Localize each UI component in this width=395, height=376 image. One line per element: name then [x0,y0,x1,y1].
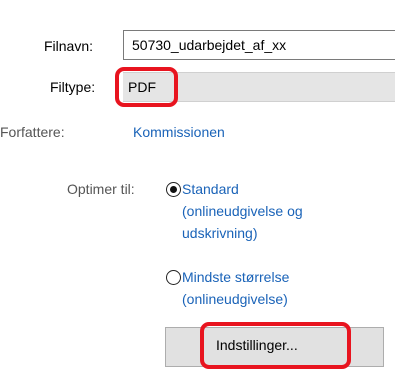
radio-minimum-size[interactable] [166,270,181,285]
option-minimum-label[interactable]: Mindste størrelse (onlineudgivelse) [182,266,289,310]
filnavn-label: Filnavn: [44,38,94,54]
radio-standard[interactable] [166,182,181,197]
filetype-highlight-annotation [115,67,178,107]
option-standard-line-2: (onlineudgivelse og [182,203,303,219]
option-standard-label[interactable]: Standard (onlineudgivelse og udskrivning… [182,178,303,244]
settings-highlight-annotation [200,322,351,369]
optimer-label: Optimer til: [67,181,135,197]
option-minimum-line-1: Mindste størrelse [182,269,290,285]
filtype-label: Filtype: [50,79,96,95]
option-minimum-line-2: (onlineudgivelse) [182,291,288,307]
forfattere-label: Forfattere: [0,124,65,140]
option-standard-line-1: Standard [182,181,239,197]
radio-selected-dot [170,186,177,193]
forfattere-field[interactable]: Kommissionen [133,123,225,141]
filename-input[interactable]: 50730_udarbejdet_af_xx [123,30,395,60]
option-standard-line-3: udskrivning) [182,225,258,241]
